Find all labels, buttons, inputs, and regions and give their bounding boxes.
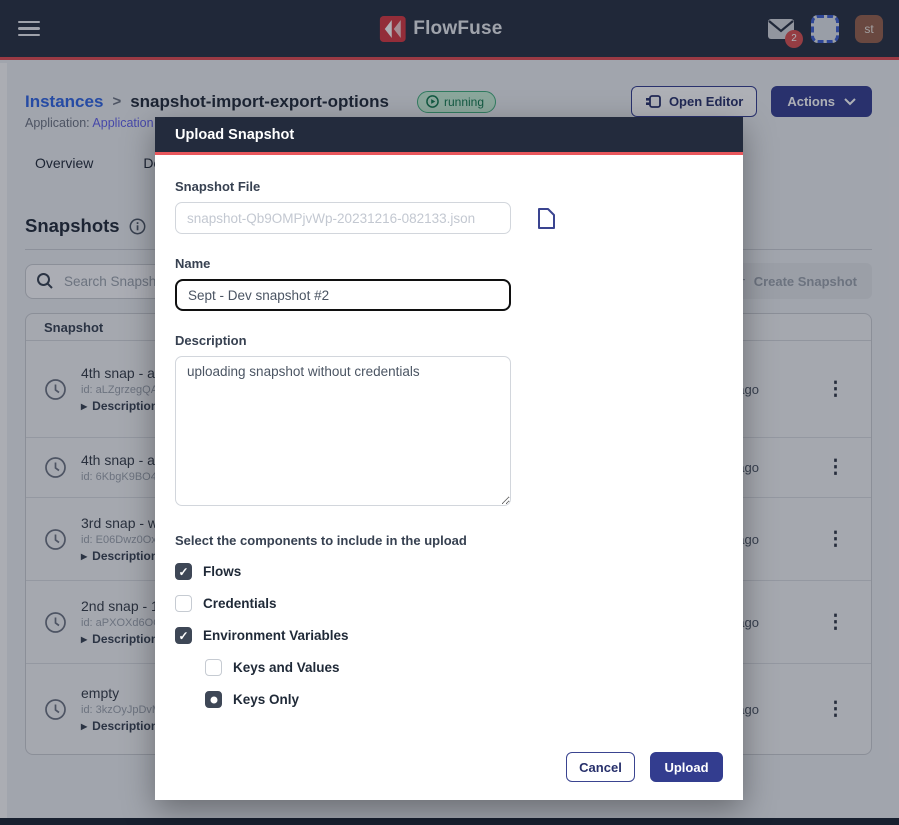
- snapshot-file-input[interactable]: [175, 202, 511, 234]
- flows-checkbox[interactable]: [175, 563, 192, 580]
- dialog-header: Upload Snapshot: [155, 117, 743, 155]
- credentials-label: Credentials: [203, 596, 277, 611]
- upload-snapshot-dialog: Upload Snapshot Snapshot File Name Descr…: [155, 117, 743, 800]
- option-flows[interactable]: Flows: [175, 563, 723, 580]
- environment-variables-checkbox[interactable]: [175, 627, 192, 644]
- option-environment-variables[interactable]: Environment Variables: [175, 627, 723, 644]
- description-textarea[interactable]: uploading snapshot without credentials: [175, 356, 511, 506]
- environment-variables-label: Environment Variables: [203, 628, 349, 643]
- option-credentials[interactable]: Credentials: [175, 595, 723, 612]
- option-keys-only[interactable]: Keys Only: [205, 691, 723, 708]
- keys-only-radio[interactable]: [205, 691, 222, 708]
- cancel-button[interactable]: Cancel: [566, 752, 635, 782]
- flows-label: Flows: [203, 564, 241, 579]
- keys-and-values-radio[interactable]: [205, 659, 222, 676]
- description-label: Description: [175, 333, 723, 348]
- keys-only-label: Keys Only: [233, 692, 299, 707]
- credentials-checkbox[interactable]: [175, 595, 192, 612]
- keys-and-values-label: Keys and Values: [233, 660, 340, 675]
- components-label: Select the components to include in the …: [175, 533, 723, 548]
- snapshot-file-label: Snapshot File: [175, 179, 723, 194]
- file-icon[interactable]: [537, 207, 556, 230]
- name-label: Name: [175, 256, 723, 271]
- dialog-title: Upload Snapshot: [175, 127, 294, 143]
- option-keys-and-values[interactable]: Keys and Values: [205, 659, 723, 676]
- upload-button[interactable]: Upload: [650, 752, 723, 782]
- name-input[interactable]: [175, 279, 511, 311]
